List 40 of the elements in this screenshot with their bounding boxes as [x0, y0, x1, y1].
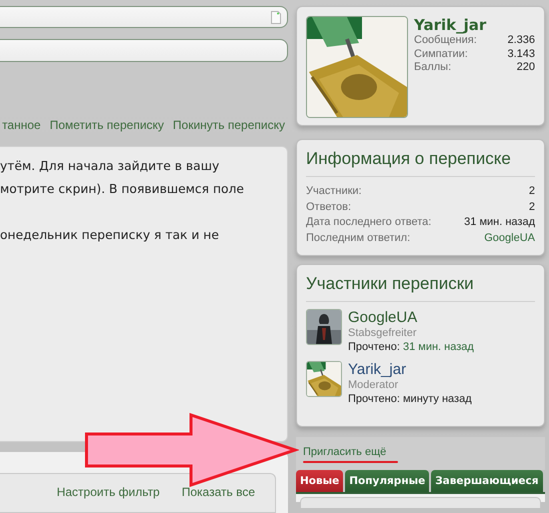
member-rank: Moderator	[348, 378, 400, 392]
read-time: 31 мин. назад	[402, 341, 474, 353]
stat-label: Симпатии:	[414, 48, 468, 61]
info-label: Дата последнего ответа:	[306, 215, 432, 230]
action-link[interactable]: Покинуть переписку	[172, 118, 285, 132]
read-label: Прочтено:	[348, 393, 400, 405]
action-link[interactable]: Пометить переписку	[50, 118, 164, 132]
message-text: утём. Для начала зайдите в вашу	[0, 158, 220, 175]
action-link[interactable]: танное	[2, 118, 41, 132]
filter-link[interactable]: Настроить фильтр	[56, 485, 160, 512]
info-label: Участники:	[306, 184, 362, 199]
stat-value: 2.336	[507, 34, 535, 48]
user-name[interactable]: Yarik_jar	[414, 16, 535, 34]
input-field[interactable]	[0, 39, 288, 62]
info-label: Последним ответил:	[306, 230, 410, 246]
info-value: 2	[528, 200, 535, 214]
info-value: 2	[528, 184, 535, 199]
filter-link[interactable]: Показать все	[182, 485, 255, 512]
member-rank: Stabsgefreiter	[348, 326, 418, 340]
card-heading: Участники переписки	[306, 274, 535, 302]
message-text: онедельник переписку я так и не	[0, 226, 220, 244]
info-value: 31 мин. назад	[464, 215, 535, 230]
member-name[interactable]: Yarik_jar	[348, 361, 472, 378]
tab[interactable]: Завершающиеся	[431, 470, 543, 492]
input-field[interactable]	[0, 6, 288, 28]
card-heading: Информация о переписке	[306, 149, 535, 177]
stat-label: Сообщения:	[414, 34, 477, 48]
read-time: минуту назад	[402, 393, 472, 405]
tab[interactable]: Новые	[296, 470, 344, 492]
stat-value: 220	[516, 61, 535, 74]
member-name[interactable]: GoogleUA	[348, 309, 474, 326]
stat-value: 3.143	[507, 48, 535, 61]
message-text: мотрите скрин). В появившемся поле	[0, 180, 245, 198]
tab[interactable]: Популярные	[345, 470, 430, 492]
user-link[interactable]: GoogleUA	[484, 230, 535, 246]
document-icon	[271, 10, 281, 24]
read-label: Прочтено:	[348, 341, 400, 353]
invite-link[interactable]: Пригласить ещё	[303, 446, 386, 458]
stat-label: Баллы:	[414, 61, 452, 74]
info-label: Ответов:	[306, 200, 351, 214]
